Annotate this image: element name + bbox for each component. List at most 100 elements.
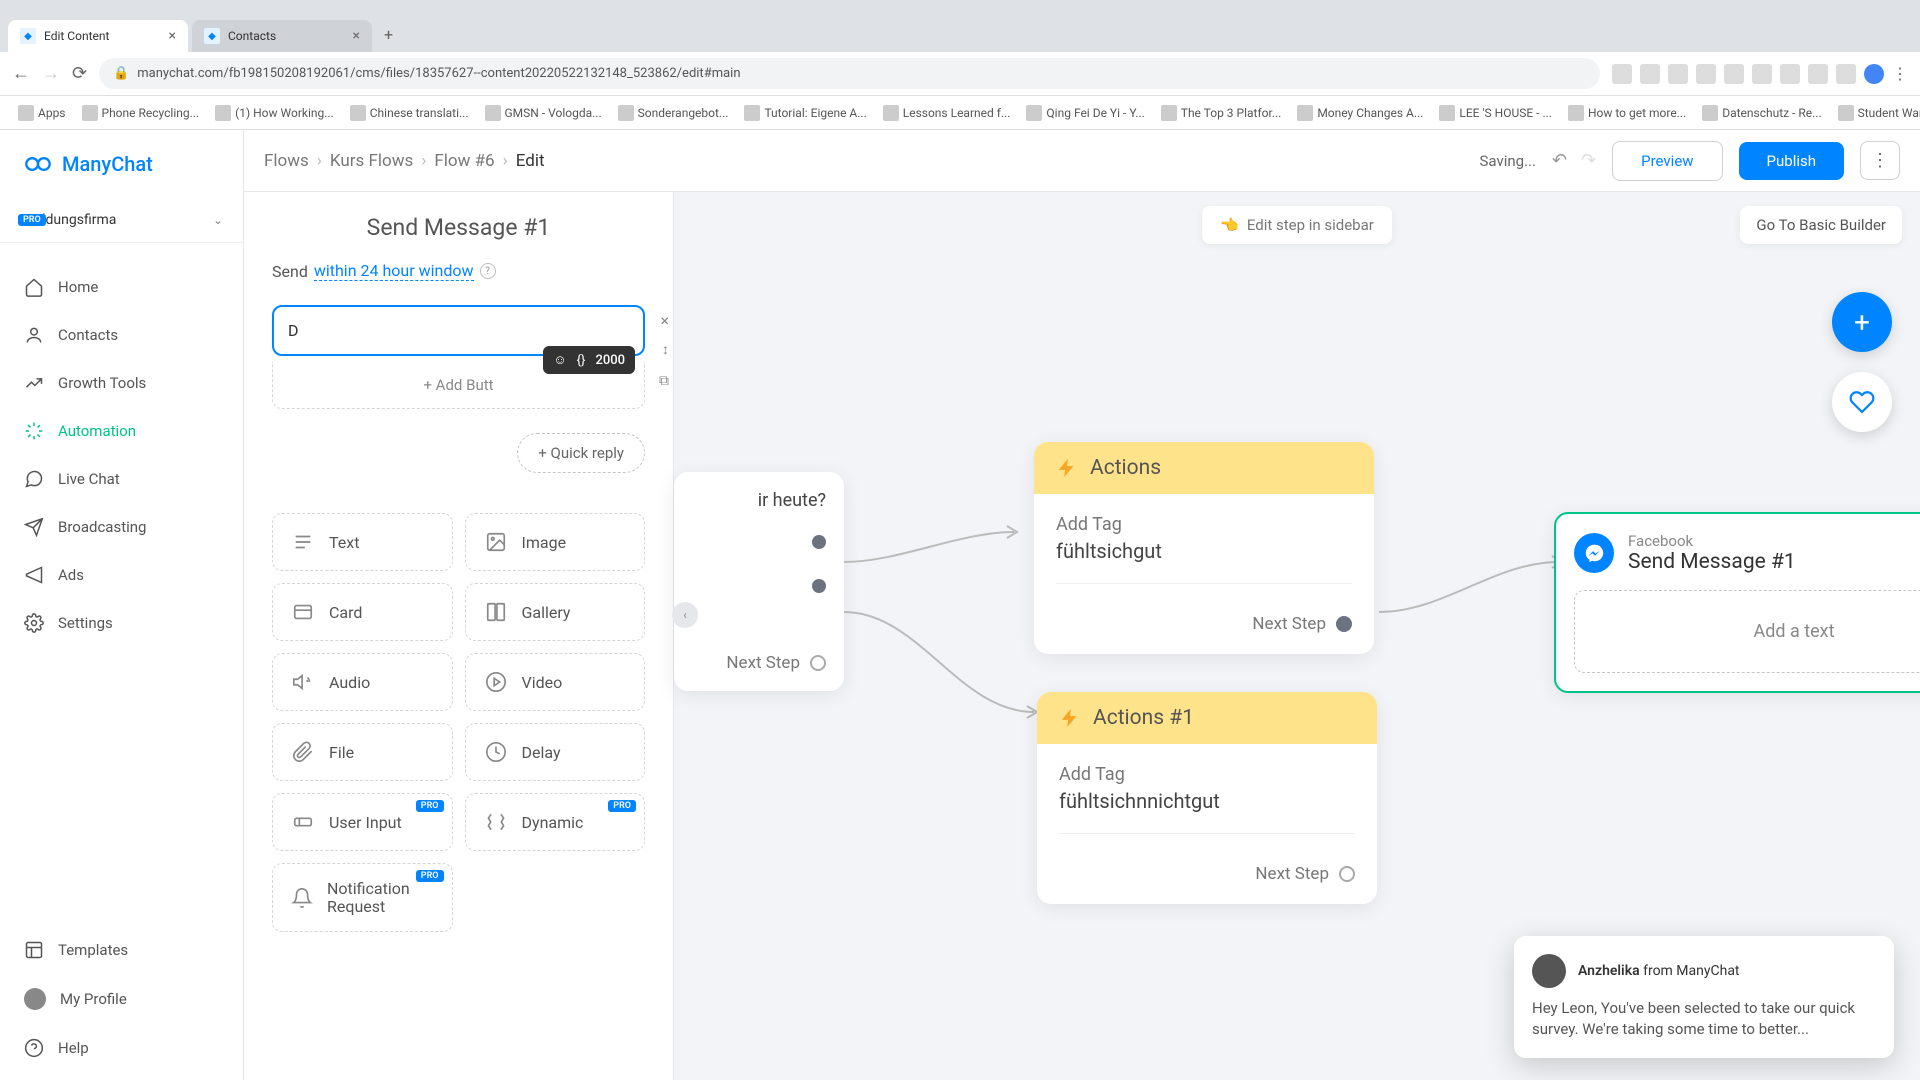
bookmark-item[interactable]: Tutorial: Eigene A... [738, 101, 872, 125]
nav-settings[interactable]: Settings [0, 599, 243, 647]
send-window-link[interactable]: within 24 hour window [314, 261, 474, 281]
undo-button[interactable]: ↶ [1552, 150, 1567, 171]
bookmark-item[interactable]: The Top 3 Platfor... [1155, 101, 1288, 125]
extension-icon[interactable] [1836, 64, 1856, 84]
extension-icon[interactable] [1612, 64, 1632, 84]
breadcrumb-item[interactable]: Flows [264, 151, 309, 171]
extension-icon[interactable] [1724, 64, 1744, 84]
nav-home[interactable]: Home [0, 263, 243, 311]
message-text-input[interactable] [288, 321, 629, 340]
extension-icon[interactable] [1864, 64, 1884, 84]
quick-reply-button[interactable]: + Quick reply [517, 433, 645, 473]
emoji-icon[interactable]: ☺ [553, 352, 566, 368]
breadcrumb-item[interactable]: Flow #6 [434, 151, 494, 171]
bookmark-item[interactable]: Qing Fei De Yi - Y... [1020, 101, 1150, 125]
block-notification-request[interactable]: PRO Notification Request [272, 863, 453, 932]
close-icon[interactable]: × [660, 311, 669, 330]
add-step-fab[interactable]: + [1832, 292, 1892, 352]
reload-button[interactable]: ⟳ [72, 63, 87, 84]
text-message-block[interactable]: × ↕ ⧉ ☺ {} 2000 [272, 305, 645, 356]
tab-close-icon[interactable]: × [169, 28, 176, 44]
extension-icon[interactable] [1780, 64, 1800, 84]
flow-node-actions[interactable]: Actions Add Tag fühltsichgut Next Step [1034, 442, 1374, 654]
nav-help[interactable]: Help [0, 1024, 243, 1072]
nav-profile[interactable]: My Profile [0, 974, 243, 1024]
add-text-placeholder[interactable]: Add a text ✦ [1574, 590, 1920, 673]
block-gallery[interactable]: Gallery [465, 583, 646, 641]
browser-menu-icon[interactable]: ⋮ [1892, 64, 1908, 83]
nav-contacts[interactable]: Contacts [0, 311, 243, 359]
flow-node-question[interactable]: ir heute? ‹ Next Step [674, 472, 844, 691]
forward-button[interactable]: → [42, 63, 60, 84]
browser-tab-strip: ◆ Edit Content × ◆ Contacts × + [0, 0, 1920, 52]
extension-icon[interactable] [1640, 64, 1660, 84]
bookmark-item[interactable]: LEE 'S HOUSE - ... [1433, 101, 1558, 125]
bookmark-item[interactable]: Chinese translati... [344, 101, 475, 125]
flow-node-send-message[interactable]: Facebook Send Message #1 Add a text ✦ + … [1554, 512, 1920, 693]
bookmark-item[interactable]: Sonderangebot... [612, 101, 735, 125]
audio-icon [291, 670, 315, 694]
goto-basic-builder-button[interactable]: Go To Basic Builder [1740, 206, 1902, 244]
more-menu-button[interactable]: ⋮ [1860, 141, 1900, 180]
help-tooltip-icon[interactable]: ? [480, 263, 496, 279]
connector-dot[interactable] [812, 535, 826, 549]
extension-icon[interactable] [1668, 64, 1688, 84]
nav-ads[interactable]: Ads [0, 551, 243, 599]
support-chat-widget[interactable]: Anzhelika from ManyChat Hey Leon, You've… [1514, 936, 1894, 1058]
flow-node-actions[interactable]: Actions #1 Add Tag fühltsichnnichtgut Ne… [1037, 692, 1377, 904]
bookmark-item[interactable]: Phone Recycling... [76, 101, 206, 125]
chat-avatar [1532, 954, 1566, 988]
connector-dot[interactable] [1336, 616, 1352, 632]
back-button[interactable]: ← [12, 63, 30, 84]
bookmark-item[interactable]: (1) How Working... [209, 101, 340, 125]
block-card[interactable]: Card [272, 583, 453, 641]
block-user-input[interactable]: PRO User Input [272, 793, 453, 851]
browser-tab-inactive[interactable]: ◆ Contacts × [192, 20, 372, 52]
publish-button[interactable]: Publish [1739, 142, 1844, 180]
copy-icon[interactable]: ⧉ [659, 373, 669, 389]
bookmark-item[interactable]: Apps [12, 101, 72, 125]
connector-dot[interactable] [812, 579, 826, 593]
nav-live-chat[interactable]: Live Chat [0, 455, 243, 503]
block-dynamic[interactable]: PRO Dynamic [465, 793, 646, 851]
bookmark-item[interactable]: Money Changes A... [1291, 101, 1429, 125]
nav-broadcasting[interactable]: Broadcasting [0, 503, 243, 551]
block-file[interactable]: File [272, 723, 453, 781]
workspace-selector[interactable]: PRO Bildungsfirma ⌄ [0, 198, 243, 243]
connector-dot-empty[interactable] [1339, 866, 1355, 882]
bookmark-item[interactable]: Datenschutz - Re... [1696, 101, 1827, 125]
preview-button[interactable]: Preview [1612, 141, 1722, 181]
resize-icon[interactable]: ↕ [662, 341, 669, 358]
edit-step-hint[interactable]: 👈 Edit step in sidebar [1202, 206, 1392, 244]
breadcrumb: Flows › Kurs Flows › Flow #6 › Edit [264, 151, 545, 171]
connector-dot-empty[interactable] [810, 655, 826, 671]
new-tab-button[interactable]: + [376, 17, 401, 52]
favorite-fab[interactable] [1832, 372, 1892, 432]
bookmark-item[interactable]: Lessons Learned f... [877, 101, 1017, 125]
variable-icon[interactable]: {} [577, 353, 586, 368]
url-bar[interactable]: 🔒 manychat.com/fb198150208192061/cms/fil… [99, 58, 1600, 89]
brand-logo[interactable]: ManyChat [0, 130, 243, 198]
url-text: manychat.com/fb198150208192061/cms/files… [137, 66, 740, 81]
extension-icon[interactable] [1696, 64, 1716, 84]
flow-canvas[interactable]: 👈 Edit step in sidebar Go To Basic Build… [674, 192, 1920, 1080]
breadcrumb-item[interactable]: Kurs Flows [330, 151, 413, 171]
bookmark-item[interactable]: Student Wants an... [1832, 101, 1920, 125]
nav-templates[interactable]: Templates [0, 926, 243, 974]
redo-button[interactable]: ↷ [1581, 150, 1596, 171]
nav-automation[interactable]: Automation [0, 407, 243, 455]
extension-icon[interactable] [1752, 64, 1772, 84]
block-audio[interactable]: Audio [272, 653, 453, 711]
browser-tab-active[interactable]: ◆ Edit Content × [8, 20, 188, 52]
nav-growth-tools[interactable]: Growth Tools [0, 359, 243, 407]
block-image[interactable]: Image [465, 513, 646, 571]
chevron-left-icon[interactable]: ‹ [672, 602, 698, 628]
bookmark-item[interactable]: How to get more... [1562, 101, 1692, 125]
block-text[interactable]: Text [272, 513, 453, 571]
bookmark-item[interactable]: GMSN - Vologda... [479, 101, 608, 125]
tab-close-icon[interactable]: × [353, 28, 360, 44]
block-delay[interactable]: Delay [465, 723, 646, 781]
image-icon [484, 530, 508, 554]
extension-icon[interactable] [1808, 64, 1828, 84]
block-video[interactable]: Video [465, 653, 646, 711]
